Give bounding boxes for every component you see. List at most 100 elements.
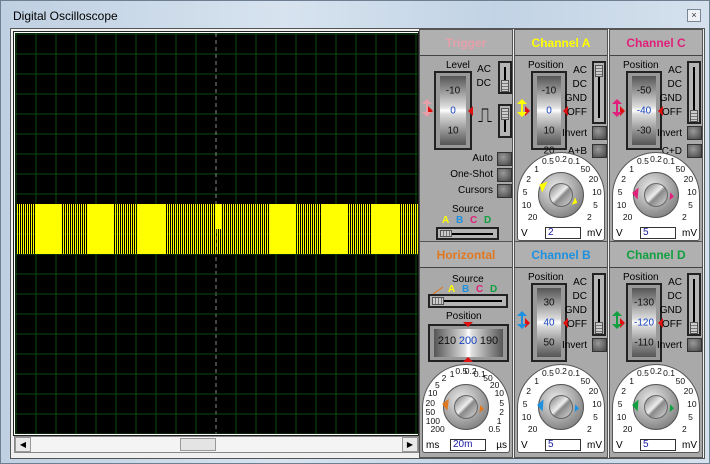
dial-label: 10 <box>521 200 532 211</box>
source-a[interactable]: A <box>442 215 449 226</box>
knob-center <box>644 183 668 207</box>
scroll-right-button[interactable]: ▶ <box>402 437 418 452</box>
trigger-coupling-slider[interactable] <box>498 61 512 94</box>
coupling-slider[interactable] <box>687 61 701 124</box>
coupling-option-off[interactable]: OFF <box>662 319 682 330</box>
trigger-auto-label: Auto <box>472 153 493 164</box>
slider-thumb[interactable] <box>440 230 452 237</box>
coupling-option-ac[interactable]: AC <box>477 64 491 75</box>
trace-segment <box>62 204 88 254</box>
dial-label: 50 <box>580 375 591 386</box>
coupling-option-gnd[interactable]: GND <box>565 93 587 104</box>
source-d[interactable]: D <box>484 215 491 226</box>
trigger-one-shot-button[interactable] <box>497 168 512 182</box>
trigger-source-slider[interactable] <box>436 227 499 240</box>
dial-label: 2 <box>681 212 687 223</box>
move-arrows-icon[interactable] <box>517 311 527 331</box>
oscilloscope-window: Digital Oscilloscope × ◀ ▶ Trigger Level -… <box>0 0 710 464</box>
knob-center <box>454 395 478 419</box>
coupling-option-off[interactable]: OFF <box>567 107 587 118</box>
slider-thumb[interactable] <box>690 322 698 334</box>
slider-thumb[interactable] <box>690 110 698 122</box>
coupling-option-ac[interactable]: AC <box>668 277 682 288</box>
invert-button[interactable] <box>592 338 607 352</box>
trace-segment <box>16 204 35 254</box>
source-c[interactable]: C <box>470 215 477 226</box>
dial-label: 2 <box>586 424 592 435</box>
unit-left-label: V <box>521 228 528 239</box>
range-value-field[interactable]: 5 <box>545 439 581 451</box>
trace-segment <box>216 204 222 229</box>
trigger-edge-slider[interactable] <box>498 104 512 138</box>
invert-button[interactable] <box>592 126 607 140</box>
coupling-option-gnd[interactable]: GND <box>565 305 587 316</box>
coupling-slider[interactable] <box>687 273 701 336</box>
invert-button[interactable] <box>687 126 702 140</box>
coupling-option-dc[interactable]: DC <box>668 79 682 90</box>
unit-left-label: V <box>616 440 623 451</box>
coupling-option-dc[interactable]: DC <box>668 291 682 302</box>
range-value-field[interactable]: 20m <box>450 439 486 451</box>
dial-label: 0.1 <box>568 156 581 167</box>
trace-segment <box>166 204 216 254</box>
dial-label: 0.1 <box>663 156 676 167</box>
drum-tick-label: 210 <box>437 335 457 347</box>
c-plus-d-button[interactable] <box>687 144 702 158</box>
drum-tick-label: -130 <box>633 297 655 308</box>
invert-button[interactable] <box>687 338 702 352</box>
slider-thumb[interactable] <box>595 322 603 334</box>
dial-label: 0.5 <box>541 368 554 379</box>
coupling-option-ac[interactable]: AC <box>573 277 587 288</box>
dial-label: 5 <box>688 200 693 211</box>
close-button[interactable]: × <box>687 9 701 22</box>
trigger-auto-button[interactable] <box>497 152 512 166</box>
dial-label: 0.5 <box>488 424 501 435</box>
move-arrows-icon[interactable] <box>612 99 622 119</box>
position-drum[interactable]: -10 0 10 <box>434 71 472 150</box>
position-marker-right <box>468 105 473 116</box>
range-value-field[interactable]: 5 <box>640 227 676 239</box>
edge-rising-icon: ⎍ <box>478 105 492 127</box>
coupling-option-off[interactable]: OFF <box>662 107 682 118</box>
slider-thumb[interactable] <box>595 65 603 77</box>
channel-a-panel: Channel A Position -10 0 10 20 AC DC GND OFF Inver… <box>514 29 608 242</box>
dial-label: 0.5 <box>636 156 649 167</box>
slider-thumb[interactable] <box>501 108 509 120</box>
dial-label: 2 <box>441 373 447 384</box>
slider-thumb[interactable] <box>432 297 444 305</box>
coupling-option-dc[interactable]: DC <box>573 79 587 90</box>
dial-label: 20 <box>683 174 694 185</box>
invert-label: Invert <box>561 340 587 351</box>
horizontal-scrollbar[interactable]: ◀ ▶ <box>14 436 419 453</box>
trigger-cursors-button[interactable] <box>497 184 512 198</box>
a-plus-b-button[interactable] <box>592 144 607 158</box>
move-arrows-icon[interactable] <box>517 99 527 119</box>
coupling-slider[interactable] <box>592 273 606 336</box>
coupling-option-dc[interactable]: DC <box>477 78 491 89</box>
range-knob[interactable] <box>538 172 584 218</box>
move-arrows-icon[interactable] <box>422 99 432 119</box>
coupling-slider[interactable] <box>592 61 606 124</box>
coupling-option-dc[interactable]: DC <box>573 291 587 302</box>
dial-label: 2 <box>586 212 592 223</box>
scroll-thumb[interactable] <box>180 438 216 451</box>
coupling-option-gnd[interactable]: GND <box>660 93 682 104</box>
move-arrows-icon[interactable] <box>612 311 622 331</box>
coupling-option-off[interactable]: OFF <box>567 319 587 330</box>
source-label: Source <box>452 204 484 215</box>
coupling-option-ac[interactable]: AC <box>668 65 682 76</box>
range-value-field[interactable]: 2 <box>545 227 581 239</box>
trace-segment <box>246 204 270 254</box>
dial-label: 0.2 <box>650 154 662 164</box>
horizontal-source-slider[interactable] <box>428 294 508 308</box>
source-b[interactable]: B <box>456 215 463 226</box>
dial-label: 10 <box>687 187 697 198</box>
scroll-left-button[interactable]: ◀ <box>15 437 31 452</box>
range-value-field[interactable]: 5 <box>640 439 676 451</box>
slider-thumb[interactable] <box>501 80 509 92</box>
drum-tick-label: 0 <box>450 105 456 116</box>
drum-tick-label: -120 <box>633 317 655 328</box>
coupling-option-ac[interactable]: AC <box>573 65 587 76</box>
unit-right-label: µs <box>496 440 507 451</box>
coupling-option-gnd[interactable]: GND <box>660 305 682 316</box>
